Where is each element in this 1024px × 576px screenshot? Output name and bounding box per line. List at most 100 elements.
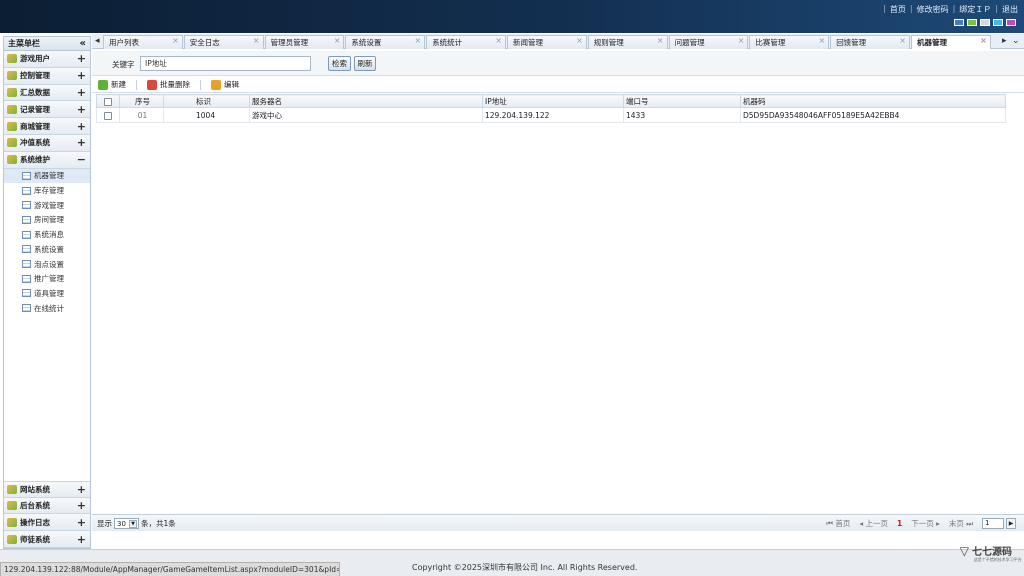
expand-toggle-icon[interactable]: + [77, 483, 86, 496]
new-button[interactable]: 新建 [98, 79, 126, 90]
sidebar-item[interactable]: 机器管理 [4, 168, 90, 184]
sidebar-group[interactable]: 游戏用户 + [4, 51, 90, 68]
close-icon[interactable]: × [899, 36, 906, 45]
sidebar-group[interactable]: 商城管理 + [4, 118, 90, 135]
expand-toggle-icon[interactable]: + [77, 52, 86, 65]
tab-label: 比赛管理 [755, 38, 786, 47]
page-size-select[interactable]: 30 ▼ [114, 518, 139, 529]
table-row[interactable]: 01 1004 游戏中心 129.204.139.122 1433 D5D95D… [96, 107, 1006, 123]
tab-label: 机器管理 [917, 38, 947, 47]
tab-label: 用户列表 [109, 38, 139, 47]
select-all-checkbox[interactable] [104, 97, 112, 106]
column-header-port[interactable]: 端口号 [623, 94, 741, 108]
show-label: 显示 [97, 519, 112, 528]
column-header-seq[interactable]: 序号 [119, 94, 164, 108]
expand-toggle-icon[interactable]: + [77, 136, 86, 149]
change-password-link[interactable]: 修改密码 [917, 4, 949, 15]
sidebar-group[interactable]: 汇总数据 + [4, 84, 90, 102]
tab[interactable]: 系统统计 × [426, 35, 506, 49]
tab-scroll-right-icon[interactable]: ▸ [1002, 36, 1007, 46]
tab[interactable]: 问题管理 × [668, 35, 749, 49]
column-header-id[interactable]: 标识 [163, 94, 250, 108]
close-icon[interactable]: × [980, 36, 987, 45]
expand-toggle-icon[interactable]: + [77, 516, 86, 529]
sidebar-group[interactable]: 系统维护 − [4, 151, 90, 169]
sidebar-item-label: 游戏管理 [34, 200, 64, 210]
sidebar-item[interactable]: 游戏管理 [4, 198, 90, 213]
home-link[interactable]: 首页 [890, 4, 906, 15]
sidebar-item[interactable]: 房间管理 [4, 213, 90, 228]
column-header-ip[interactable]: IP地址 [482, 94, 624, 108]
tab[interactable]: 回馈管理 × [830, 35, 910, 49]
sidebar-item[interactable]: 道具管理 [4, 286, 90, 301]
tab[interactable]: 管理员管理 × [264, 35, 345, 49]
expand-toggle-icon[interactable]: + [77, 69, 86, 82]
tab[interactable]: 系统设置 × [345, 35, 426, 49]
sidebar-item[interactable]: 系统设置 [4, 242, 90, 257]
tab[interactable]: 安全日志 × [183, 35, 264, 49]
theme-swatch[interactable] [1006, 19, 1016, 26]
theme-swatch[interactable] [993, 19, 1003, 26]
last-page-link[interactable]: 末页 ⏭ [949, 518, 973, 529]
chevron-down-icon: ▼ [129, 519, 137, 528]
tab[interactable]: 用户列表 × [103, 35, 183, 49]
close-icon[interactable]: × [172, 36, 179, 45]
close-icon[interactable]: × [657, 36, 664, 45]
close-icon[interactable]: × [334, 36, 341, 45]
bind-ip-link[interactable]: 绑定ＩＰ [959, 4, 991, 15]
close-icon[interactable]: × [576, 36, 583, 45]
close-icon[interactable]: × [495, 36, 502, 45]
sidebar-group[interactable]: 师徒系统 + [4, 531, 90, 548]
column-header-server-name[interactable]: 服务器名 [249, 94, 483, 108]
refresh-button[interactable]: 刷新 [354, 56, 376, 71]
theme-swatch[interactable] [954, 19, 964, 26]
tab-scroll-left-icon[interactable]: ◂ [95, 36, 100, 46]
close-icon[interactable]: × [738, 36, 745, 45]
expand-toggle-icon[interactable]: + [77, 86, 86, 99]
edit-button[interactable]: 编辑 [211, 79, 239, 90]
go-arrow-icon[interactable]: ▶ [1006, 518, 1016, 529]
sidebar-item[interactable]: 系统消息 [4, 227, 90, 242]
theme-swatch[interactable] [967, 19, 977, 26]
sidebar-group[interactable]: 网站系统 + [4, 480, 90, 498]
expand-toggle-icon[interactable]: − [77, 153, 86, 166]
close-icon[interactable]: × [253, 36, 260, 45]
tab[interactable]: 新闻管理 × [507, 35, 587, 49]
prev-page-link[interactable]: ◂ 上一页 [859, 518, 888, 529]
double-chevron-left-icon[interactable]: « [80, 38, 86, 49]
sidebar-item[interactable]: 泡点设置 [4, 257, 90, 272]
close-icon[interactable]: × [818, 36, 825, 45]
close-icon[interactable]: × [414, 36, 421, 45]
sidebar-item[interactable]: 库存管理 [4, 183, 90, 198]
expand-toggle-icon[interactable]: + [77, 120, 86, 133]
batch-delete-button[interactable]: 批量删除 [147, 79, 190, 90]
tab[interactable]: 规则管理 × [587, 35, 668, 49]
sidebar-group[interactable]: 操作日志 + [4, 514, 90, 532]
logout-link[interactable]: 退出 [1002, 4, 1018, 15]
keyword-input[interactable]: IP地址 [140, 56, 311, 71]
first-page-link[interactable]: ⏮ 首页 [826, 518, 850, 529]
expand-toggle-icon[interactable]: + [77, 533, 86, 546]
tab[interactable]: 机器管理 × [911, 35, 991, 49]
goto-page-input[interactable]: 1 [982, 518, 1004, 529]
top-header: | 首页 | 修改密码 | 绑定ＩＰ | 退出 [0, 0, 1024, 33]
sidebar-group[interactable]: 控制管理 + [4, 67, 90, 85]
sidebar-group[interactable]: 后台系统 + [4, 497, 90, 515]
tab-label: 问题管理 [674, 38, 705, 47]
column-header-machine-code[interactable]: 机器码 [740, 94, 1006, 108]
tab[interactable]: 比赛管理 × [749, 35, 830, 49]
search-button[interactable]: 检索 [328, 56, 351, 71]
expand-toggle-icon[interactable]: + [77, 103, 86, 116]
sidebar-item[interactable]: 推广管理 [4, 271, 90, 286]
sidebar-group[interactable]: 冲值系统 + [4, 134, 90, 152]
tab-label: 回馈管理 [836, 38, 867, 47]
tab-more-icon[interactable]: ⌄ [1012, 36, 1020, 46]
sidebar-group-label: 控制管理 [20, 71, 50, 81]
sidebar-submenu: 机器管理 库存管理游戏管理房间管理 系统消息 系统设置 泡点设置 推广管理 道具管理 在线统计 [4, 168, 90, 316]
next-page-link[interactable]: 下一页 ▸ [911, 518, 940, 529]
sidebar-group[interactable]: 记录管理 + [4, 101, 90, 119]
sidebar-item[interactable]: 在线统计 [4, 301, 90, 316]
row-checkbox[interactable] [104, 111, 112, 120]
expand-toggle-icon[interactable]: + [77, 499, 86, 512]
theme-swatch[interactable] [980, 19, 990, 26]
